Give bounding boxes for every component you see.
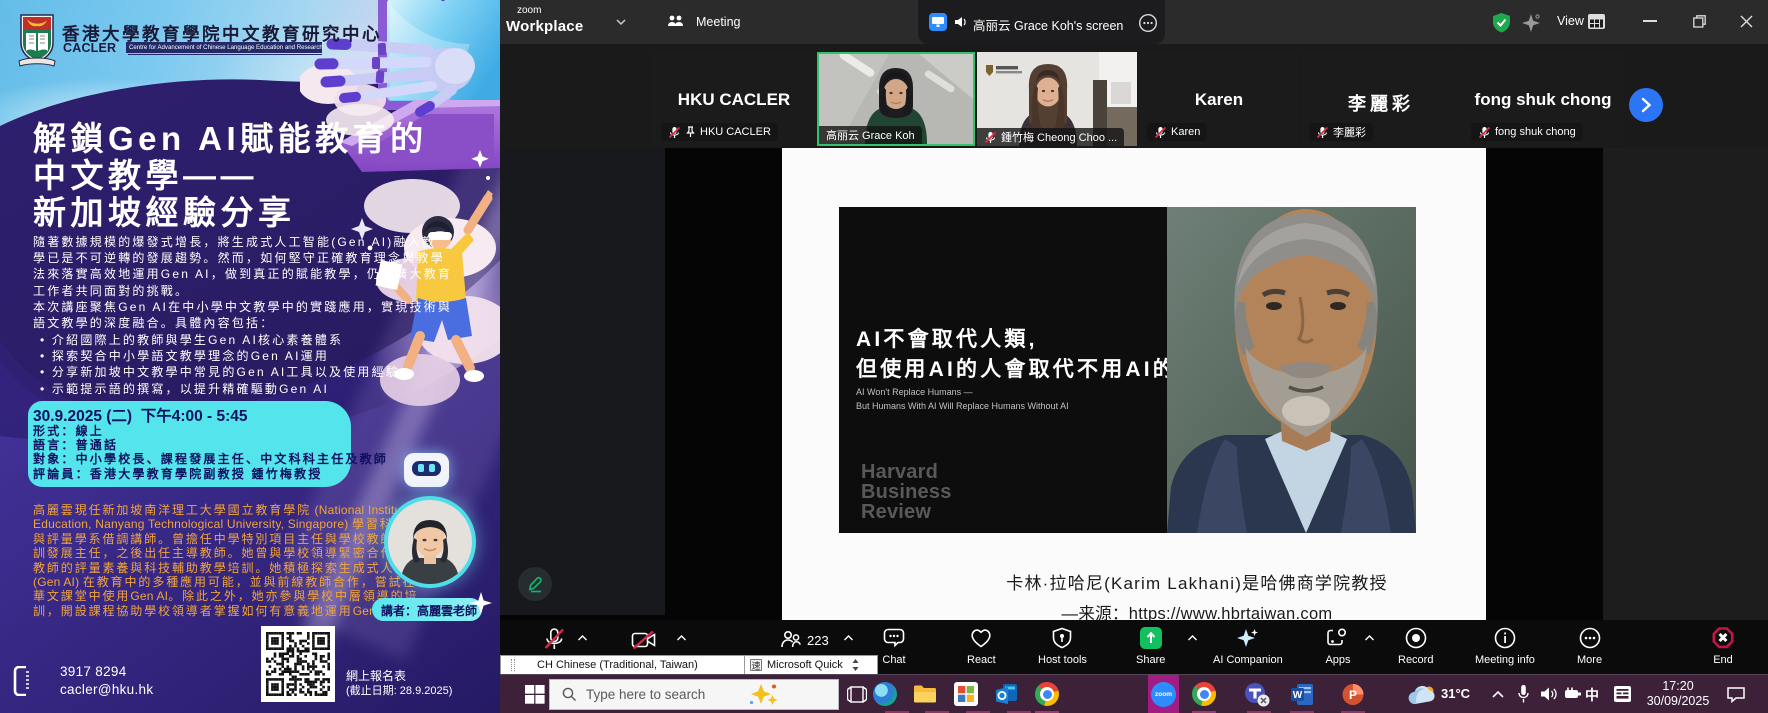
svg-text:W: W xyxy=(1293,690,1303,701)
svg-text:P: P xyxy=(1349,688,1357,702)
